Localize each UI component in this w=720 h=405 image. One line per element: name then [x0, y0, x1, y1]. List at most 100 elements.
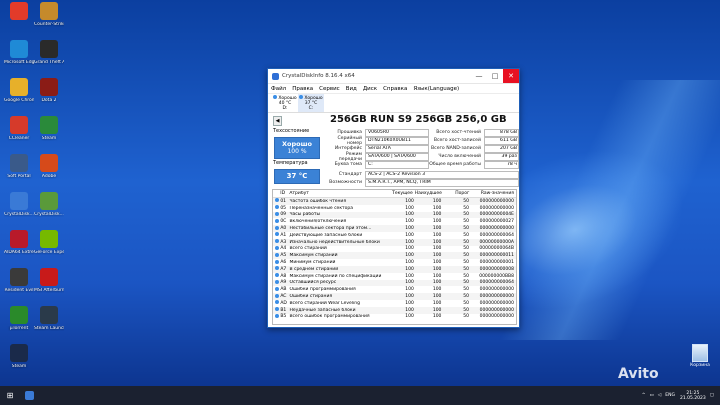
menu-help[interactable]: Справка: [383, 86, 407, 92]
table-row[interactable]: A3 Изначально недействительные блоки 100 10…: [273, 238, 516, 246]
column-threshold[interactable]: Порог: [444, 191, 471, 196]
table-cell: 50: [463, 253, 470, 259]
desktop-icon[interactable]: Resident Evil: [4, 268, 34, 293]
app-shortcut-icon: [10, 2, 28, 20]
disk-tab-c[interactable]: Хорошо 37 °C C:: [298, 94, 324, 112]
table-cell: Максимум стираний по спецификации: [289, 273, 382, 279]
table-row[interactable]: A7 В среднем стираний 100 100 50 000000000008: [273, 265, 516, 273]
menu-file[interactable]: Файл: [271, 86, 286, 92]
minimize-button[interactable]: —: [471, 69, 487, 83]
disk-tab-d[interactable]: Хорошо 40 °C D:: [272, 94, 298, 112]
table-row[interactable]: AD Всего стираний Wear Leveling 100 100 50 00…: [273, 300, 516, 307]
desktop-icon[interactable]: CCleaner: [4, 116, 34, 141]
column-worst[interactable]: Наихудшее: [415, 191, 444, 196]
table-row[interactable]: AC Ошибки стирания 100 100 50 000000000000: [273, 293, 516, 300]
menu-edit[interactable]: Правка: [292, 86, 313, 92]
table-cell: A5: [280, 253, 287, 259]
table-row[interactable]: A6 Минимум стираний 100 100 50 000000000001: [273, 259, 516, 266]
app-shortcut-icon: [40, 116, 58, 134]
table-row[interactable]: B5 Всего ошибок программирования 100 100 50 0…: [273, 313, 516, 321]
table-cell: Всего ошибок программирования: [289, 314, 370, 320]
table-cell: 100: [405, 300, 414, 306]
status-dot-icon: [274, 198, 279, 203]
desktop-icon[interactable]: Microsoft Edge: [4, 40, 34, 65]
notification-icon[interactable]: ▢: [710, 393, 714, 398]
table-cell: A1: [280, 232, 287, 238]
column-raw[interactable]: Raw-значения: [471, 191, 516, 196]
table-row[interactable]: A9 Оставшийся ресурс 100 100 50 000000000064: [273, 279, 516, 287]
menu-disk[interactable]: Диск: [363, 86, 377, 92]
desktop-icon[interactable]: CrystalDisk...: [34, 192, 64, 217]
table-cell: 100: [405, 205, 414, 211]
desktop-icon[interactable]: Google Chrome: [4, 78, 34, 103]
desktop-icon[interactable]: Steam: [4, 344, 34, 369]
menu-service[interactable]: Сервис: [319, 86, 340, 92]
start-button[interactable]: ⊞: [0, 386, 20, 405]
desktop-icon-label: Steam Launcher: [34, 326, 64, 331]
close-button[interactable]: ✕: [503, 69, 519, 83]
desktop-icon[interactable]: GeForce Experience: [34, 230, 64, 255]
column-id[interactable]: ID: [280, 191, 289, 196]
maximize-button[interactable]: □: [487, 69, 503, 83]
taskbar: ⊞ ^ ▭ ◁ ENG 21:25 21.05.2023 ▢: [0, 386, 720, 405]
recycle-bin[interactable]: Корзина: [687, 344, 713, 368]
column-attribute[interactable]: Атрибут: [289, 191, 387, 196]
desktop-icon[interactable]: Steam: [34, 116, 64, 141]
table-cell: 00000000004E: [479, 212, 515, 218]
field-host-writes: Всего хост-записей 611 GB: [433, 136, 519, 145]
table-row[interactable]: AB Ошибки программирования 100 100 50 0000000…: [273, 286, 516, 293]
desktop-icon[interactable]: Steam Launcher: [34, 306, 64, 331]
taskbar-crystaldiskinfo[interactable]: [20, 386, 38, 405]
table-cell: A4: [280, 246, 287, 252]
desktop-icon[interactable]: CrystalDisk...: [4, 192, 34, 217]
volume-icon[interactable]: ◁: [658, 393, 661, 398]
desktop-icon[interactable]: Dota 2: [34, 78, 64, 103]
window-titlebar[interactable]: CrystalDiskInfo 8.16.4 x64 — □ ✕: [268, 69, 519, 84]
table-cell: A9: [280, 280, 287, 286]
table-row[interactable]: A0 Нестабильные сектора при этом... 100 100…: [273, 225, 516, 232]
status-dot-icon: [274, 218, 279, 223]
desktop-icon[interactable]: Soft Portal: [4, 154, 34, 179]
table-cell: A3: [280, 239, 287, 245]
table-row[interactable]: A8 Максимум стираний по спецификации 100 10…: [273, 273, 516, 280]
menu-language[interactable]: Язык(Language): [413, 86, 459, 92]
desktop-icon-label: Grand Theft Auto V: [34, 60, 64, 65]
health-status-badge[interactable]: Хорошо 100 %: [274, 137, 320, 159]
desktop-icon[interactable]: Adobe: [34, 154, 64, 179]
desktop-icon[interactable]: Counter-Strike Global Offen...: [34, 2, 64, 27]
clock[interactable]: 21:25 21.05.2023: [680, 391, 706, 401]
desktop-icon[interactable]: [4, 2, 34, 22]
column-current[interactable]: Текущее: [387, 191, 414, 196]
desktop-icon[interactable]: MSI Afterburner: [34, 268, 64, 293]
temperature-badge[interactable]: 37 °C: [274, 169, 320, 184]
table-row[interactable]: 09 Часы работы 100 100 50 00000000004E: [273, 211, 516, 219]
table-cell: 000000000000: [479, 294, 515, 300]
desktop-icon[interactable]: µTorrent: [4, 306, 34, 331]
table-cell: AC: [280, 294, 287, 300]
table-row[interactable]: B1 Неудачные запасные блоки 100 100 50 000000…: [273, 306, 516, 314]
table-row[interactable]: 01 Частота ошибок чтения 100 100 50 000000000…: [273, 198, 516, 205]
previous-disk-button[interactable]: ◀: [273, 115, 282, 126]
tray-chevron-icon[interactable]: ^: [642, 393, 646, 398]
table-cell: Минимум стираний: [289, 260, 336, 266]
table-row[interactable]: A1 Действующие запасные блоки 100 100 50 0000…: [273, 232, 516, 239]
table-cell: 100: [405, 307, 414, 313]
menu-view[interactable]: Вид: [346, 86, 357, 92]
app-shortcut-icon: [40, 2, 58, 20]
desktop-icon[interactable]: Grand Theft Auto V: [34, 40, 64, 65]
app-shortcut-icon: [10, 306, 28, 324]
desktop-icon[interactable]: AIDA64 Extreme: [4, 230, 34, 255]
desktop-icon-label: GeForce Experience: [34, 250, 64, 255]
field-serial: Серийный номер DTN210K0X0UB11: [322, 136, 429, 146]
table-cell: 100: [405, 266, 414, 272]
language-indicator[interactable]: ENG: [665, 393, 675, 398]
table-row[interactable]: A4 Всего стираний 100 100 50 00000000064B: [273, 245, 516, 253]
network-icon[interactable]: ▭: [650, 393, 654, 398]
desktop-icon-label: CrystalDisk...: [4, 212, 34, 217]
table-row[interactable]: 0C Включения/отключения 100 100 50 0000000000…: [273, 218, 516, 225]
table-cell: 100: [405, 226, 414, 232]
table-row[interactable]: 05 Переназначенные сектора 100 100 50 0000000…: [273, 205, 516, 212]
table-cell: 100: [405, 239, 414, 245]
table-cell: 50: [463, 300, 470, 306]
table-row[interactable]: A5 Максимум стираний 100 100 50 000000000011: [273, 252, 516, 260]
